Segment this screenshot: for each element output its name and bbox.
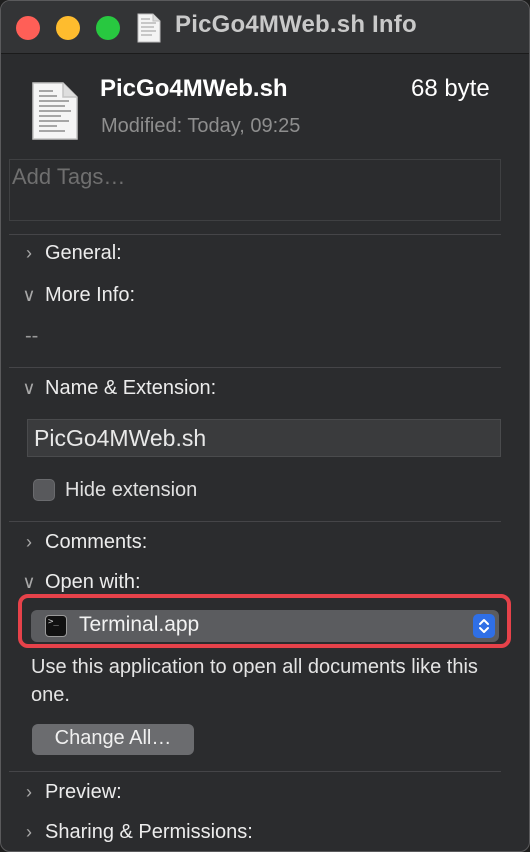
section-more-info-label: More Info:	[45, 284, 136, 306]
chevron-down-icon: ∨	[22, 378, 36, 398]
change-all-button[interactable]: Change All…	[32, 724, 194, 755]
hide-extension-label[interactable]: Hide extension	[65, 479, 197, 502]
section-comments[interactable]: › Comments:	[19, 531, 147, 554]
section-preview[interactable]: › Preview:	[19, 781, 122, 804]
section-sharing-label: Sharing & Permissions:	[45, 821, 253, 843]
document-icon	[137, 13, 161, 43]
file-name-field[interactable]: PicGo4MWeb.sh	[27, 419, 501, 457]
chevron-down-icon: ∨	[22, 285, 36, 305]
section-open-with-label: Open with:	[45, 571, 141, 593]
chevron-right-icon: ›	[26, 822, 32, 842]
divider	[9, 234, 501, 235]
chevron-right-icon: ›	[26, 243, 32, 263]
section-comments-label: Comments:	[45, 531, 148, 553]
file-name: PicGo4MWeb.sh	[100, 75, 288, 102]
tags-input[interactable]: Add Tags…	[9, 159, 501, 221]
window-title: PicGo4MWeb.sh Info	[175, 11, 417, 38]
open-with-highlight	[18, 594, 511, 648]
file-size: 68 byte	[411, 75, 490, 102]
divider	[9, 367, 501, 368]
chevron-down-icon: ∨	[22, 572, 36, 592]
section-sharing-permissions[interactable]: › Sharing & Permissions:	[19, 821, 253, 844]
open-with-description: Use this application to open all documen…	[31, 656, 478, 706]
section-general-label: General:	[45, 242, 122, 264]
file-document-icon	[32, 82, 78, 140]
info-window: PicGo4MWeb.sh Info PicGo4MWeb.sh 68 byte…	[0, 0, 530, 852]
chevron-right-icon: ›	[26, 782, 32, 802]
section-name-extension[interactable]: ∨ Name & Extension:	[19, 377, 216, 400]
section-open-with[interactable]: ∨ Open with:	[19, 571, 141, 594]
section-name-extension-label: Name & Extension:	[45, 377, 217, 399]
more-info-value: --	[25, 325, 39, 347]
close-window-button[interactable]	[16, 16, 40, 40]
divider	[9, 521, 501, 522]
title-bar[interactable]: PicGo4MWeb.sh Info	[1, 1, 529, 54]
divider	[9, 771, 501, 772]
section-preview-label: Preview:	[45, 781, 122, 803]
zoom-window-button[interactable]	[96, 16, 120, 40]
section-more-info[interactable]: ∨ More Info:	[19, 284, 135, 307]
minimize-window-button[interactable]	[56, 16, 80, 40]
chevron-right-icon: ›	[26, 532, 32, 552]
modified-date: Modified: Today, 09:25	[101, 115, 301, 137]
hide-extension-checkbox[interactable]	[33, 479, 55, 501]
section-general[interactable]: › General:	[19, 242, 122, 265]
